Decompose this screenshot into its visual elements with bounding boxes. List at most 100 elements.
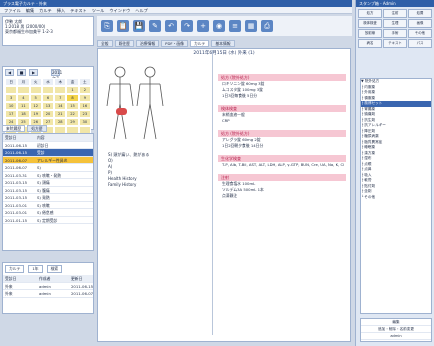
stamp-category-button[interactable]: 注射 bbox=[383, 9, 407, 18]
visit-date: 2011-06-15 bbox=[5, 150, 28, 155]
save-icon[interactable]: 💾 bbox=[133, 20, 145, 32]
order-item: 点滴静注 bbox=[222, 193, 238, 198]
calendar-day[interactable]: 16 bbox=[78, 102, 91, 110]
menu-edit[interactable]: 編集 bbox=[26, 7, 34, 13]
calendar-day[interactable]: 4 bbox=[17, 94, 30, 102]
menu-window[interactable]: ウインドウ bbox=[109, 7, 130, 13]
visit-content: S) bbox=[37, 165, 41, 170]
visit-row[interactable]: 2011-01-15 S) 定期受診 bbox=[3, 217, 93, 224]
calendar-day[interactable]: 9 bbox=[78, 94, 91, 102]
calendar-weekday: 木 bbox=[54, 78, 67, 86]
visit-date: 2011-03-31 bbox=[5, 172, 28, 178]
undo-icon[interactable]: ↶ bbox=[165, 20, 177, 32]
calendar-day bbox=[5, 86, 18, 94]
affected-area-marker[interactable] bbox=[116, 108, 127, 115]
prev-month-icon[interactable]: ◀ bbox=[5, 69, 14, 76]
menu-tools[interactable]: ツール bbox=[92, 7, 105, 13]
menu-insert[interactable]: 挿入 bbox=[57, 7, 65, 13]
calendar-day[interactable]: 7 bbox=[54, 94, 67, 102]
tab-pdf-image[interactable]: PDF・画像 bbox=[161, 40, 188, 47]
visit-row[interactable]: 2011-03-31 S) 咳嗽・発熱 bbox=[3, 172, 93, 179]
calendar-day[interactable]: 21 bbox=[54, 110, 67, 118]
tab-prescription-history[interactable]: 処方歴 bbox=[27, 125, 47, 132]
stamp-edit-button[interactable]: 編集 bbox=[361, 319, 431, 326]
visit-row[interactable]: 2011-03-15 S) 頭痛 bbox=[3, 179, 93, 187]
calendar-day[interactable]: 13 bbox=[41, 102, 55, 110]
grid-icon[interactable]: ▦ bbox=[245, 20, 257, 32]
redo-icon[interactable]: ↷ bbox=[181, 20, 193, 32]
order-block[interactable]: 検体検査 末梢血液一般 CRP bbox=[218, 105, 346, 124]
stamp-category-button[interactable]: その他 bbox=[408, 29, 432, 38]
period-select[interactable]: 1年 bbox=[28, 265, 43, 273]
calendar-day[interactable]: 19 bbox=[29, 110, 42, 118]
tab-karte[interactable]: カルテ bbox=[189, 40, 210, 47]
order-block[interactable]: 処方 (院外処方) アレグラ錠 60mg 2錠 1日2回朝夕食後 14日分 bbox=[218, 130, 346, 149]
stamp-category-button[interactable]: 手術 bbox=[383, 29, 407, 38]
next-month-icon[interactable]: ▶ bbox=[29, 69, 38, 76]
soap-notes[interactable]: S) 頭が痛い、熱がある O) A) P) Health History Fam… bbox=[108, 152, 208, 188]
order-block[interactable]: 処方 (院外処方) ロキソニン錠 60mg 3錠 ムコスタ錠 100mg 3錠 1日3… bbox=[218, 74, 346, 99]
visit-row[interactable]: 2011-03-01 S) 倦怠感 bbox=[3, 209, 93, 217]
add-icon[interactable]: + bbox=[197, 20, 209, 32]
menu-file[interactable]: ファイル bbox=[4, 7, 21, 13]
column-date[interactable]: 受診日 bbox=[3, 134, 37, 141]
order-block[interactable]: 注射 生理食塩水 100mL ソルデム3A 500mL 1本 点滴静注 bbox=[218, 174, 346, 199]
stamp-icon[interactable]: ◉ bbox=[213, 20, 225, 32]
stamp-category-button[interactable]: 生理 bbox=[383, 19, 407, 28]
copy-icon[interactable]: ⎘ bbox=[101, 20, 113, 32]
visit-row[interactable]: 2011-06-15 受診 bbox=[3, 149, 93, 157]
column-content[interactable]: 内容 bbox=[37, 134, 93, 141]
calendar-day[interactable]: 2 bbox=[78, 86, 91, 94]
visit-row[interactable]: 2011-06-07 S) bbox=[3, 164, 93, 172]
visit-row[interactable]: 2011-03-01 S) 咳嗽 bbox=[3, 202, 93, 209]
visit-row[interactable]: 2011-06-07 アレルギー性鼻炎 bbox=[3, 156, 93, 164]
tab-history[interactable]: 既往歴 bbox=[114, 40, 134, 47]
menu-text[interactable]: テキスト bbox=[70, 7, 87, 13]
visit-row[interactable]: 2011-03-15 S) 腹痛 bbox=[3, 187, 93, 194]
calendar-day[interactable]: 22 bbox=[66, 110, 79, 118]
calendar-day[interactable]: 15 bbox=[66, 102, 79, 110]
print-icon[interactable]: ⎙ bbox=[261, 20, 273, 32]
calendar-day[interactable]: 5 bbox=[29, 94, 42, 102]
calendar-day[interactable]: 12 bbox=[29, 102, 42, 110]
menu-chart[interactable]: カルテ bbox=[39, 7, 52, 13]
list-icon[interactable]: ≡ bbox=[229, 20, 241, 32]
tab-basic-info[interactable]: 基本情報 bbox=[211, 40, 235, 47]
tab-general[interactable]: 全般 bbox=[97, 40, 113, 47]
stamp-category-button[interactable]: 病名 bbox=[358, 39, 382, 48]
stamp-tree-node[interactable]: └ その他 bbox=[361, 195, 431, 201]
calendar-day[interactable]: 11 bbox=[17, 102, 30, 110]
stamp-category-button[interactable]: テキスト bbox=[383, 39, 407, 48]
tab-treatment[interactable]: 治療情報 bbox=[135, 40, 160, 47]
document-row[interactable]: 外来 admin 2011-06-07 bbox=[3, 290, 93, 298]
search-button[interactable]: 検索 bbox=[46, 265, 63, 273]
calendar-day[interactable]: 17 bbox=[5, 110, 18, 118]
order-block[interactable]: 生化学検査 T-P, Alb, T-Bil, AST, ALT, LDH, ALP… bbox=[218, 155, 346, 168]
stamp-category-button[interactable]: パス bbox=[408, 39, 432, 48]
edit-icon[interactable]: ✎ bbox=[149, 20, 161, 32]
calendar-day[interactable]: 23 bbox=[78, 110, 91, 118]
calendar-day[interactable]: 14 bbox=[54, 102, 67, 110]
calendar-day[interactable]: 1 bbox=[66, 86, 79, 94]
tab-visit-history[interactable]: 来院履歴 bbox=[2, 125, 26, 132]
stamp-category-button[interactable]: 処置 bbox=[408, 9, 432, 18]
body-diagram[interactable] bbox=[105, 64, 165, 144]
menu-help[interactable]: ヘルプ bbox=[135, 7, 148, 13]
paste-icon[interactable]: 📋 bbox=[117, 20, 129, 32]
calendar-day[interactable]: 20 bbox=[41, 110, 55, 118]
stamp-category-button[interactable]: 検体検査 bbox=[358, 19, 382, 28]
stamp-category-button[interactable]: 画像 bbox=[408, 19, 432, 28]
calendar-day[interactable]: 3 bbox=[5, 94, 18, 102]
document-type-select[interactable]: カルテ bbox=[5, 265, 25, 273]
today-icon[interactable]: ■ bbox=[17, 69, 26, 76]
calendar-day[interactable]: 18 bbox=[17, 110, 30, 118]
visit-row[interactable]: 2011-06-15 初診日 bbox=[3, 142, 93, 149]
stamp-category-button[interactable]: 処方 bbox=[358, 9, 382, 18]
stamp-category-button[interactable]: 放射線 bbox=[358, 29, 382, 38]
calendar-day[interactable]: 6 bbox=[41, 94, 55, 102]
calendar-day[interactable]: 8 bbox=[66, 94, 79, 102]
calendar-day[interactable]: 10 bbox=[5, 102, 18, 110]
visit-row[interactable]: 2011-03-15 S) 発熱 bbox=[3, 194, 93, 202]
document-row[interactable]: 外来 admin 2011-06-15 bbox=[3, 283, 93, 290]
stamp-manage-button[interactable]: 追加・削除・名前変更 bbox=[361, 326, 431, 333]
